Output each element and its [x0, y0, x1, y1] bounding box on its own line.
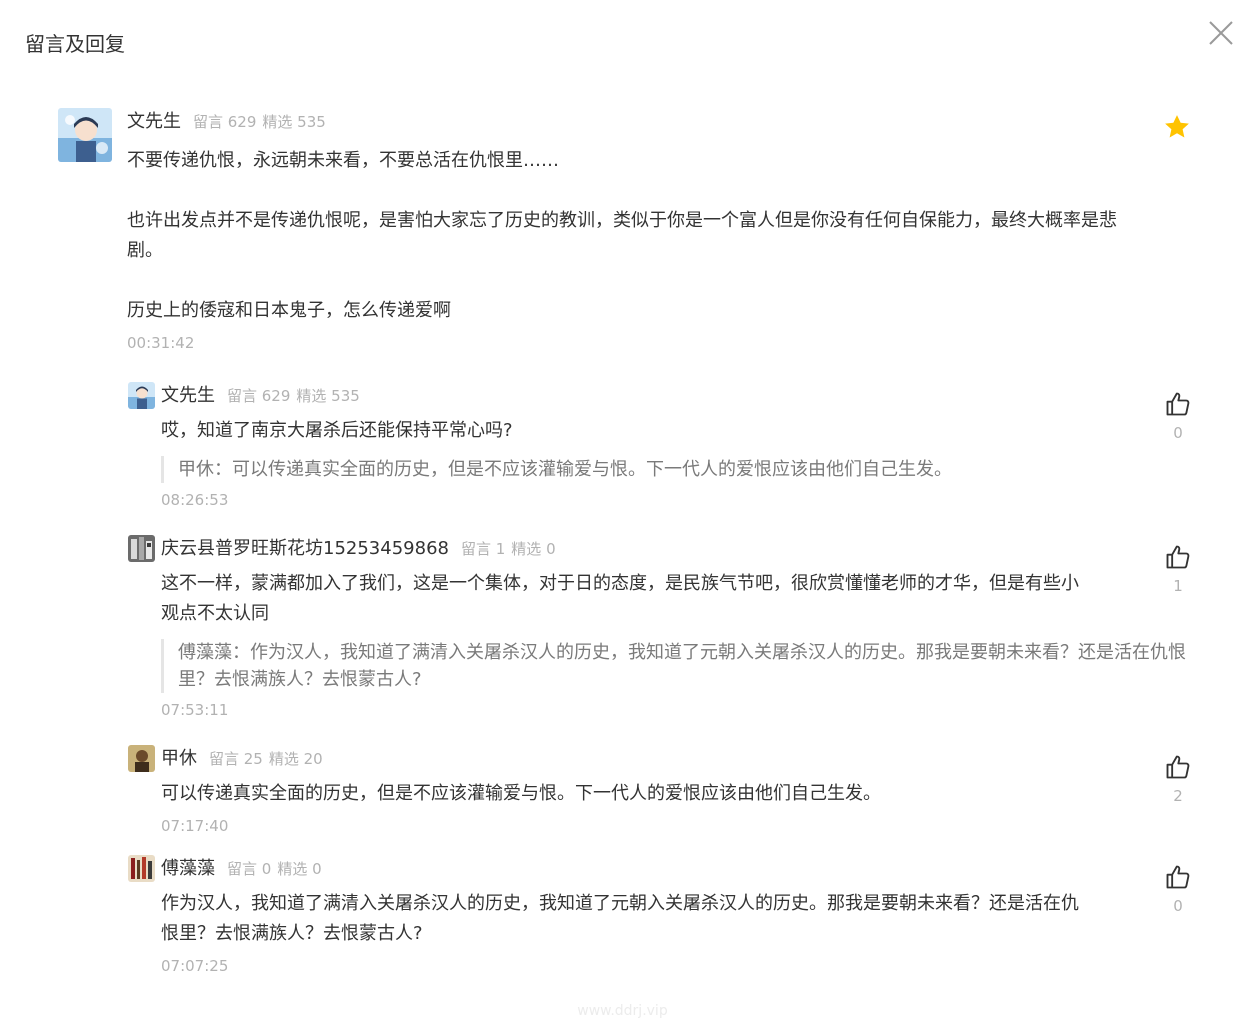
comment-count: 留言 629: [227, 387, 291, 405]
user-name[interactable]: 庆云县普罗旺斯花坊15253459868: [161, 535, 449, 563]
user-stats: 留言 1 精选 0: [461, 538, 556, 559]
reply-content: 这不一样，蒙满都加入了我们，这是一个集体，对于日的态度，是民族气节吧，很欣赏懂懂…: [161, 573, 1079, 624]
avatar[interactable]: [58, 108, 112, 162]
like-count: 2: [1173, 787, 1183, 805]
star-button[interactable]: [1162, 112, 1192, 142]
close-button[interactable]: [1206, 18, 1236, 48]
like-count: 0: [1173, 424, 1183, 442]
like-button[interactable]: 2: [1163, 753, 1193, 806]
comment-paragraph: 历史上的倭寇和日本鬼子，怎么传递爱啊: [127, 300, 451, 321]
featured-count: 精选 535: [296, 387, 360, 405]
reply-time: 07:17:40: [161, 817, 229, 835]
like-count: 0: [1173, 897, 1183, 915]
like-button[interactable]: 0: [1163, 390, 1193, 443]
comment-count: 留言 25: [209, 750, 263, 768]
comment-count: 留言 0: [227, 860, 272, 878]
comment-count: 留言 629: [193, 113, 257, 131]
thumbs-up-icon: [1166, 755, 1190, 779]
like-count: 1: [1173, 577, 1183, 595]
featured-count: 精选 535: [262, 113, 326, 131]
comment-paragraph: 不要传递仇恨，永远朝未来看，不要总活在仇恨里……: [127, 150, 559, 171]
user-stats: 留言 629 精选 535: [193, 111, 326, 132]
reply-content: 哎，知道了南京大屠杀后还能保持平常心吗?: [161, 420, 513, 441]
user-stats: 留言 0 精选 0: [227, 858, 322, 879]
avatar[interactable]: [128, 745, 155, 772]
featured-count: 精选 0: [277, 860, 322, 878]
featured-count: 精选 0: [511, 540, 556, 558]
user-name[interactable]: 文先生: [161, 382, 215, 410]
user-name[interactable]: 文先生: [127, 108, 181, 136]
star-icon: [1165, 115, 1189, 138]
reply-content: 作为汉人，我知道了满清入关屠杀汉人的历史，我知道了元朝入关屠杀汉人的历史。那我是…: [161, 893, 1079, 944]
reply-time: 07:53:11: [161, 701, 229, 719]
user-name[interactable]: 傅藻藻: [161, 855, 215, 883]
thumbs-up-icon: [1166, 545, 1190, 569]
featured-count: 精选 20: [268, 750, 323, 768]
avatar[interactable]: [128, 382, 155, 409]
avatar[interactable]: [128, 855, 155, 882]
user-stats: 留言 25 精选 20: [209, 748, 323, 769]
thumbs-up-icon: [1166, 392, 1190, 416]
quoted-reply: 甲休：可以传递真实全面的历史，但是不应该灌输爱与恨。下一代人的爱恨应该由他们自己…: [161, 456, 1188, 483]
avatar[interactable]: [128, 535, 155, 562]
reply-time: 07:07:25: [161, 957, 229, 975]
comment-count: 留言 1: [460, 540, 506, 558]
close-icon: [1209, 21, 1233, 45]
comment-content: 不要传递仇恨，永远朝未来看，不要总活在仇恨里…… 也许出发点并不是传递仇恨呢，是…: [127, 146, 1127, 326]
comment-time: 00:31:42: [127, 334, 195, 352]
comment-paragraph: 也许出发点并不是传递仇恨呢，是害怕大家忘了历史的教训，类似于你是一个富人但是你没…: [127, 210, 1117, 261]
page-title: 留言及回复: [25, 32, 125, 56]
watermark: www.ddrj.vip: [577, 1003, 668, 1019]
user-stats: 留言 629 精选 535: [227, 385, 360, 406]
quoted-reply: 傅藻藻：作为汉人，我知道了满清入关屠杀汉人的历史，我知道了元朝入关屠杀汉人的历史…: [161, 639, 1188, 693]
reply-time: 08:26:53: [161, 491, 229, 509]
thumbs-up-icon: [1166, 865, 1190, 889]
user-name[interactable]: 甲休: [161, 745, 197, 773]
like-button[interactable]: 1: [1163, 543, 1193, 596]
like-button[interactable]: 0: [1163, 863, 1193, 916]
reply-content: 可以传递真实全面的历史，但是不应该灌输爱与恨。下一代人的爱恨应该由他们自己生发。: [161, 783, 881, 804]
